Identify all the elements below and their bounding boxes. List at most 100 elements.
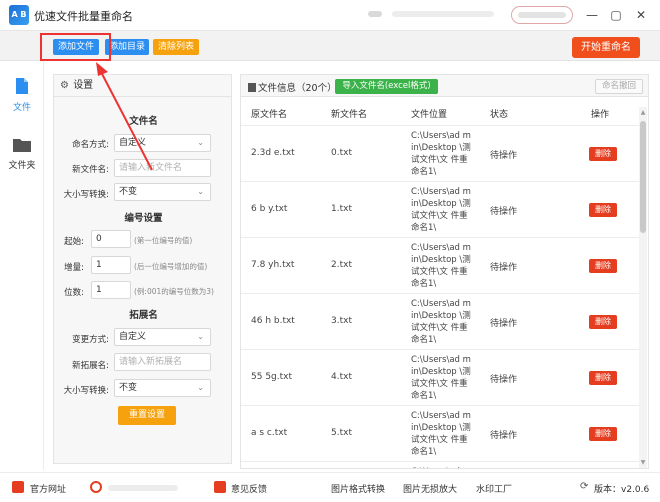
reset-settings-button[interactable]: 重置设置 [118,406,176,425]
chevron-down-icon: ⌄ [197,383,204,392]
naming-mode-select[interactable]: 自定义 ⌄ [114,134,211,152]
vertical-scrollbar[interactable]: ▲ ▼ [639,107,647,468]
scroll-down-icon[interactable]: ▼ [639,459,647,466]
digits-hint: (例:001的编号位数为3) [134,287,214,296]
number-section-title: 编号设置 [124,213,163,224]
col-new-name: 新文件名 [331,110,368,120]
app-logo-icon: A B [9,5,29,25]
delete-button[interactable]: 删除 [589,371,617,385]
naming-mode-value: 自定义 [119,138,147,148]
cell-new-name: 1.txt [331,204,352,214]
ext-section-title: 拓展名 [129,310,158,321]
file-icon [16,78,28,94]
add-folder-button[interactable]: 添加目录 [105,39,149,55]
table-row[interactable]: 46 h b.txt 3.txt C:\Users\ad min\Desktop \… [241,293,639,349]
new-ext-label: 新拓展名: [72,361,109,371]
chevron-down-icon: ⌄ [197,187,204,196]
website-icon [12,481,24,493]
cell-location: C:\Users\ad min\Desktop \测试文件\文 件重命名1\ [411,411,471,457]
cell-status: 待操作 [490,151,518,161]
scroll-up-icon[interactable]: ▲ [639,109,647,116]
status-bar: 官方网址 意见反馈 图片格式转换 图片无损放大 水印工厂 ⟳ 版本：v2.0.6 [0,472,660,502]
step-label: 增量: [64,263,84,273]
rail-item-folder[interactable]: 文件夹 [0,137,44,171]
cell-original-name: a s c.txt [251,428,288,438]
digits-input[interactable]: 1 [91,281,131,299]
cell-new-name: 5.txt [331,428,352,438]
table-row[interactable]: 2.3d e.txt 0.txt C:\Users\ad min\Desktop \… [241,125,639,181]
website-link[interactable]: 官方网址 [30,482,66,495]
clear-list-button[interactable]: 清除列表 [153,39,199,55]
rail-item-file[interactable]: 文件 [0,77,44,113]
new-ext-input[interactable]: 请输入新拓展名 [114,353,211,371]
table-row[interactable]: 7.8 yh.txt 2.txt C:\Users\ad min\Desktop \… [241,237,639,293]
chevron-down-icon: ⌄ [197,138,204,147]
gear-icon: ⚙ [60,80,69,91]
enlarge-link[interactable]: 图片无损放大 [403,482,457,495]
cell-location: C:\Users\ad min\Desktop \测试文件\文 件重命名1\ [411,131,471,177]
col-status: 状态 [490,110,509,120]
update-icon: ⟳ [580,481,592,493]
delete-button[interactable]: 删除 [589,147,617,161]
col-location: 文件位置 [411,110,448,120]
file-count-label: 文件信息（20个） [258,83,337,94]
cell-new-name: 3.txt [331,316,352,326]
case-value: 不变 [119,187,138,197]
start-rename-button[interactable]: 开始重命名 [572,37,640,58]
account-pill[interactable] [511,6,573,24]
naming-mode-label: 命名方式: [72,140,109,150]
start-label: 起始: [64,237,84,247]
cell-location: C:\Users\ad min\Desktop \测试文件\文 件重命名1\ [411,299,471,345]
maximize-icon[interactable]: ▢ [607,6,625,24]
case-label: 大小写转换: [63,190,109,200]
app-title: 优速文件批量重命名 [34,10,133,23]
start-hint: (第一位编号的值) [134,236,193,245]
undo-rename-button[interactable]: 命名撤回 [595,79,643,94]
chevron-down-icon: ⌄ [197,332,204,341]
minimize-icon[interactable]: — [583,6,601,24]
blurred-region [392,11,494,17]
step-input[interactable]: 1 [91,256,131,274]
import-excel-button[interactable]: 导入文件名(excel格式) [335,79,438,94]
feedback-icon [214,481,226,493]
delete-button[interactable]: 删除 [589,203,617,217]
col-action: 操作 [591,110,610,120]
service-icon [90,481,102,493]
col-original-name: 原文件名 [251,110,288,120]
file-list-title: 文件信息（20个） [248,80,337,94]
settings-header: ⚙ 设置 [54,75,231,97]
cell-original-name: 46 h b.txt [251,316,295,326]
watermark-link[interactable]: 水印工厂 [476,482,512,495]
table-row[interactable]: 55 5g.txt 4.txt C:\Users\ad min\Desktop \测… [241,349,639,405]
new-name-input[interactable]: 请输入新文件名 [114,159,211,177]
folder-icon [13,139,31,152]
version-label: 版本：v2.0.6 [594,485,650,495]
highlight-box [40,33,111,61]
ext-mode-value: 自定义 [119,332,147,342]
cell-new-name: 4.txt [331,372,352,382]
table-row[interactable]: a s c.txt 5.txt C:\Users\ad min\Desktop \测… [241,405,639,461]
delete-button[interactable]: 删除 [589,315,617,329]
ext-case-select[interactable]: 不变 ⌄ [114,379,211,397]
start-input[interactable]: 0 [91,230,131,248]
ext-mode-select[interactable]: 自定义 ⌄ [114,328,211,346]
cell-original-name: 55 5g.txt [251,372,292,382]
case-select[interactable]: 不变 ⌄ [114,183,211,201]
feedback-link[interactable]: 意见反馈 [231,482,267,495]
cell-status: 待操作 [490,263,518,273]
cell-new-name: 0.txt [331,148,352,158]
table-row[interactable]: C:\Users\ad [241,461,639,468]
delete-button[interactable]: 删除 [589,259,617,273]
ext-mode-label: 变更方式: [72,335,109,345]
convert-link[interactable]: 图片格式转换 [331,482,385,495]
blurred-region [368,11,382,17]
delete-button[interactable]: 删除 [589,427,617,441]
close-icon[interactable]: ✕ [632,6,650,24]
title-bar: A B 优速文件批量重命名 — ▢ ✕ [0,0,660,31]
file-list-panel: 文件信息（20个） 导入文件名(excel格式) 命名撤回 原文件名 新文件名 … [240,74,649,469]
table-row[interactable]: 6 b y.txt 1.txt C:\Users\ad min\Desktop \测… [241,181,639,237]
cell-location: C:\Users\ad min\Desktop \测试文件\文 件重命名1\ [411,187,471,233]
cell-location: C:\Users\ad [411,466,471,468]
scroll-thumb[interactable] [640,121,646,233]
cell-status: 待操作 [490,207,518,217]
